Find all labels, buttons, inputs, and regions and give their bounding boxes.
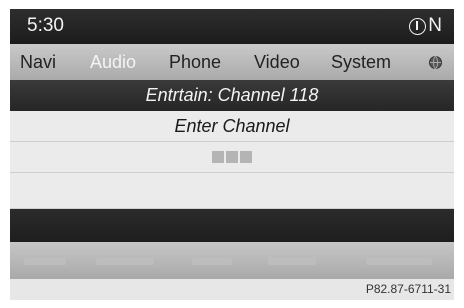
heading-indicator: N [409, 15, 442, 37]
softkey-5[interactable] [366, 257, 432, 265]
enter-channel-label: Enter Channel [10, 111, 454, 142]
digit-slot [212, 150, 224, 163]
channel-number-input[interactable] [10, 142, 454, 173]
compass-icon [409, 17, 427, 35]
menu-item-phone[interactable]: Phone [169, 52, 221, 73]
heading-letter: N [428, 15, 442, 36]
page-title: Entrtain: Channel 118 [10, 80, 454, 111]
softkey-1[interactable] [24, 257, 66, 265]
globe-icon[interactable] [429, 56, 442, 69]
softkey-3[interactable] [192, 257, 232, 265]
status-bar: 5:30 N [10, 9, 454, 44]
menu-item-video[interactable]: Video [254, 52, 300, 73]
digit-slot [226, 150, 238, 163]
caption-strip: P82.87-6711-31 [10, 279, 454, 300]
softkey-bar [10, 242, 454, 279]
main-menu-bar: Navi Audio Phone Video System [10, 44, 454, 80]
menu-item-system[interactable]: System [331, 52, 391, 73]
digit-slot [240, 150, 252, 163]
digit-slots [212, 150, 252, 163]
menu-item-navi[interactable]: Navi [20, 52, 56, 73]
softkey-4[interactable] [268, 257, 316, 265]
reference-code: P82.87-6711-31 [365, 282, 451, 296]
empty-list-row [10, 173, 454, 209]
menu-item-audio[interactable]: Audio [90, 52, 136, 73]
head-unit-screen: 5:30 N Navi Audio Phone Video System Ent… [10, 9, 454, 300]
clock: 5:30 [27, 15, 64, 36]
softkey-2[interactable] [96, 257, 154, 265]
separator-bar [10, 209, 454, 242]
